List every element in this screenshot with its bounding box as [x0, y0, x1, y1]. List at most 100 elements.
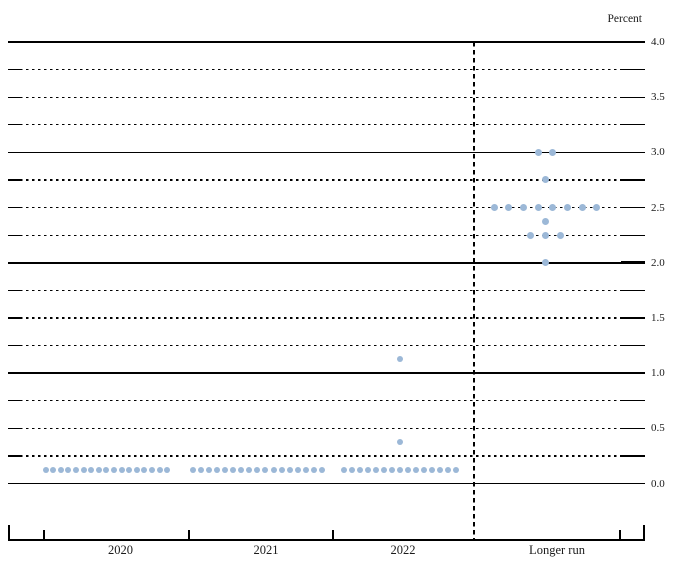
x-axis-tick: [619, 530, 621, 539]
projection-dot: [542, 259, 549, 266]
y-axis-tick-label: 4.0: [651, 36, 677, 48]
gridline-left-cap: [8, 345, 20, 346]
projection-dot: [389, 467, 395, 473]
projection-dot: [445, 467, 451, 473]
gridline-left-cap: [8, 207, 20, 208]
x-axis-section-label: 2021: [254, 543, 279, 557]
gridline-right-cap: [622, 207, 645, 208]
projection-dot: [58, 467, 64, 473]
projection-dot: [579, 204, 586, 211]
projection-dot: [119, 467, 125, 473]
projection-dot: [246, 467, 252, 473]
projection-dot: [73, 467, 79, 473]
projection-dot: [405, 467, 411, 473]
projection-dot: [214, 467, 220, 473]
y-axis-tick-label: 1.0: [651, 367, 677, 379]
y-axis-tick-label: 2.0: [651, 257, 677, 269]
gridline-left-cap: [8, 97, 20, 98]
gridline-dotted: [20, 179, 622, 180]
projection-dot: [527, 232, 534, 239]
projection-dot: [141, 467, 147, 473]
projection-dot: [491, 204, 498, 211]
gridline-right-cap: [622, 290, 645, 291]
projection-dot: [557, 232, 564, 239]
projection-dot: [373, 467, 379, 473]
projection-dot: [230, 467, 236, 473]
projection-dot: [542, 176, 549, 183]
gridline-solid: [8, 41, 645, 43]
projection-dot: [542, 218, 549, 225]
y-axis-tick-label: 3.0: [651, 146, 677, 158]
gridline-dotted: [20, 317, 622, 318]
x-axis-tick: [8, 525, 10, 539]
projection-dot: [549, 204, 556, 211]
projection-dot: [437, 467, 443, 473]
gridline-right-cap: [622, 400, 645, 401]
projection-dot: [413, 467, 419, 473]
gridline-right-cap: [622, 69, 645, 70]
gridline-left-cap: [8, 290, 20, 291]
gridline-left-cap: [8, 428, 20, 429]
gridline-right-cap: [622, 455, 645, 456]
gridline-left-cap: [8, 400, 20, 401]
gridline-dotted: [20, 455, 622, 456]
projection-dot: [303, 467, 309, 473]
projection-dot: [254, 467, 260, 473]
projection-dot: [262, 467, 268, 473]
gridline-dotted: [20, 124, 622, 125]
projection-dot: [164, 467, 170, 473]
gridline-left-cap: [8, 235, 20, 236]
projection-dot: [126, 467, 132, 473]
gridline-right-cap: [622, 97, 645, 98]
projection-dot: [429, 467, 435, 473]
y-axis-tick-label: 3.5: [651, 91, 677, 103]
projection-dot: [421, 467, 427, 473]
projection-dot: [271, 467, 277, 473]
gridline-left-cap: [8, 124, 20, 125]
projection-dot: [542, 232, 549, 239]
projection-dot: [397, 356, 403, 362]
projection-dot: [365, 467, 371, 473]
gridline-right-cap: [622, 428, 645, 429]
x-axis-tick: [188, 530, 190, 539]
projection-dot: [535, 149, 542, 156]
projection-dot: [157, 467, 163, 473]
projection-dot: [88, 467, 94, 473]
x-axis-baseline: [8, 539, 645, 541]
gridline-right-cap: [622, 345, 645, 346]
gridline-left-cap: [8, 179, 20, 180]
x-axis-tick: [332, 530, 334, 539]
dot-plot-chart: Percent 0.00.51.01.52.02.53.03.54.0 2020…: [0, 0, 677, 571]
projection-dot: [397, 467, 403, 473]
projection-dot: [453, 467, 459, 473]
projection-dot: [190, 467, 196, 473]
projection-dot: [341, 467, 347, 473]
x-axis-tick: [643, 525, 645, 539]
gridline-solid: [8, 262, 645, 264]
x-axis-section-label: 2020: [108, 543, 133, 557]
projection-dot: [103, 467, 109, 473]
projection-dot: [505, 204, 512, 211]
gridline-dotted: [20, 345, 622, 346]
projection-dot: [65, 467, 71, 473]
projection-dot: [238, 467, 244, 473]
projection-dot: [357, 467, 363, 473]
projection-dot: [50, 467, 56, 473]
gridline-dotted: [20, 69, 622, 70]
x-axis-section-label: Longer run: [529, 543, 585, 557]
projection-dot: [564, 204, 571, 211]
projection-dot: [549, 149, 556, 156]
y-axis-tick-label: 0.5: [651, 422, 677, 434]
gridline-left-cap: [8, 69, 20, 70]
y-axis-tick-label: 2.5: [651, 202, 677, 214]
projection-dot: [134, 467, 140, 473]
projection-dot: [397, 439, 403, 445]
projection-dot: [149, 467, 155, 473]
projection-dot: [222, 467, 228, 473]
gridline-right-cap: [622, 317, 645, 318]
gridline-dotted: [20, 428, 622, 429]
projection-dot: [198, 467, 204, 473]
y-axis-unit-label: Percent: [560, 13, 642, 25]
gridline-solid: [8, 483, 645, 485]
gridline-right-cap: [622, 179, 645, 180]
